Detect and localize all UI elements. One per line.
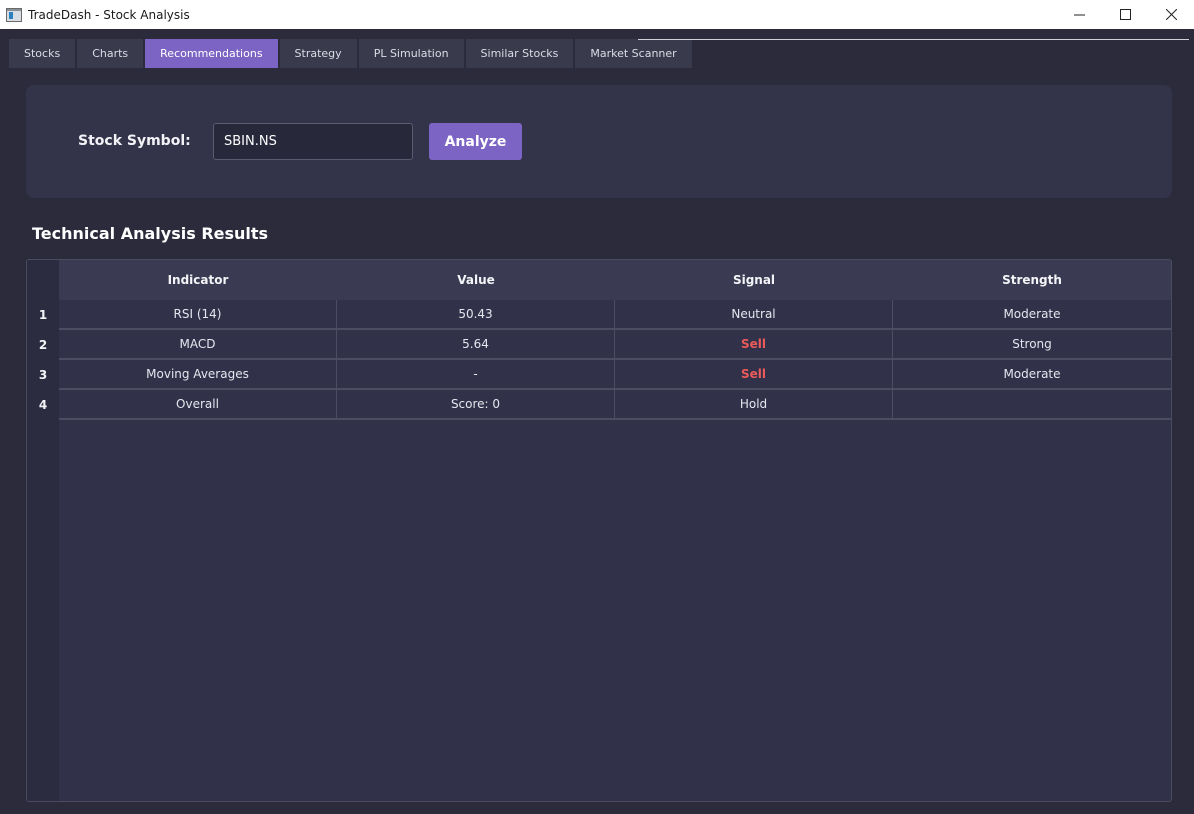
- table-row[interactable]: 4 Overall Score: 0 Hold: [27, 390, 1171, 420]
- stock-symbol-label: Stock Symbol:: [78, 133, 191, 149]
- cell-strength: [893, 390, 1171, 420]
- tab-divider: [638, 39, 1189, 40]
- row-number: 3: [27, 360, 59, 390]
- cell-indicator: MACD: [59, 330, 337, 360]
- table-corner: [27, 260, 59, 300]
- tab-similar-stocks[interactable]: Similar Stocks: [465, 39, 574, 68]
- row-number: 1: [27, 300, 59, 330]
- table-row[interactable]: 3 Moving Averages - Sell Moderate: [27, 360, 1171, 390]
- results-table[interactable]: Indicator Value Signal Strength 1 RSI (1…: [26, 259, 1172, 802]
- table-row[interactable]: 1 RSI (14) 50.43 Neutral Moderate: [27, 300, 1171, 330]
- stock-symbol-input[interactable]: [213, 123, 413, 160]
- cell-signal: Sell: [615, 360, 893, 390]
- maximize-icon: [1119, 9, 1131, 20]
- table-row[interactable]: 2 MACD 5.64 Sell Strong: [27, 330, 1171, 360]
- row-number: 4: [27, 390, 59, 420]
- symbol-panel: Stock Symbol: Analyze: [26, 85, 1172, 198]
- header-indicator[interactable]: Indicator: [59, 260, 337, 300]
- window-title: TradeDash - Stock Analysis: [28, 7, 190, 22]
- close-icon: [1165, 9, 1177, 20]
- tab-market-scanner[interactable]: Market Scanner: [575, 39, 692, 68]
- title-bar: TradeDash - Stock Analysis: [0, 0, 1194, 29]
- cell-strength: Strong: [893, 330, 1171, 360]
- cell-signal: Neutral: [615, 300, 893, 330]
- cell-strength: Moderate: [893, 360, 1171, 390]
- minimize-button[interactable]: [1056, 0, 1102, 29]
- maximize-button[interactable]: [1102, 0, 1148, 29]
- cell-value: Score: 0: [337, 390, 615, 420]
- cell-value: 5.64: [337, 330, 615, 360]
- cell-signal: Hold: [615, 390, 893, 420]
- cell-strength: Moderate: [893, 300, 1171, 330]
- analyze-button[interactable]: Analyze: [429, 123, 522, 160]
- tab-strategy[interactable]: Strategy: [279, 39, 357, 68]
- results-title: Technical Analysis Results: [32, 224, 269, 243]
- cell-indicator: RSI (14): [59, 300, 337, 330]
- tab-recommendations[interactable]: Recommendations: [145, 39, 278, 68]
- tab-pl-simulation[interactable]: PL Simulation: [358, 39, 464, 68]
- row-number: 2: [27, 330, 59, 360]
- header-strength[interactable]: Strength: [893, 260, 1171, 300]
- tab-charts[interactable]: Charts: [77, 39, 144, 68]
- cell-value: 50.43: [337, 300, 615, 330]
- header-signal[interactable]: Signal: [615, 260, 893, 300]
- tab-stocks[interactable]: Stocks: [9, 39, 76, 68]
- minimize-icon: [1073, 14, 1085, 16]
- table-header: Indicator Value Signal Strength: [59, 260, 1171, 300]
- header-value[interactable]: Value: [337, 260, 615, 300]
- close-button[interactable]: [1148, 0, 1194, 29]
- tab-bar: Stocks Charts Recommendations Strategy P…: [9, 39, 694, 68]
- cell-indicator: Moving Averages: [59, 360, 337, 390]
- cell-signal: Sell: [615, 330, 893, 360]
- cell-indicator: Overall: [59, 390, 337, 420]
- cell-value: -: [337, 360, 615, 390]
- app-icon: [6, 7, 22, 22]
- window-controls: [1056, 0, 1194, 29]
